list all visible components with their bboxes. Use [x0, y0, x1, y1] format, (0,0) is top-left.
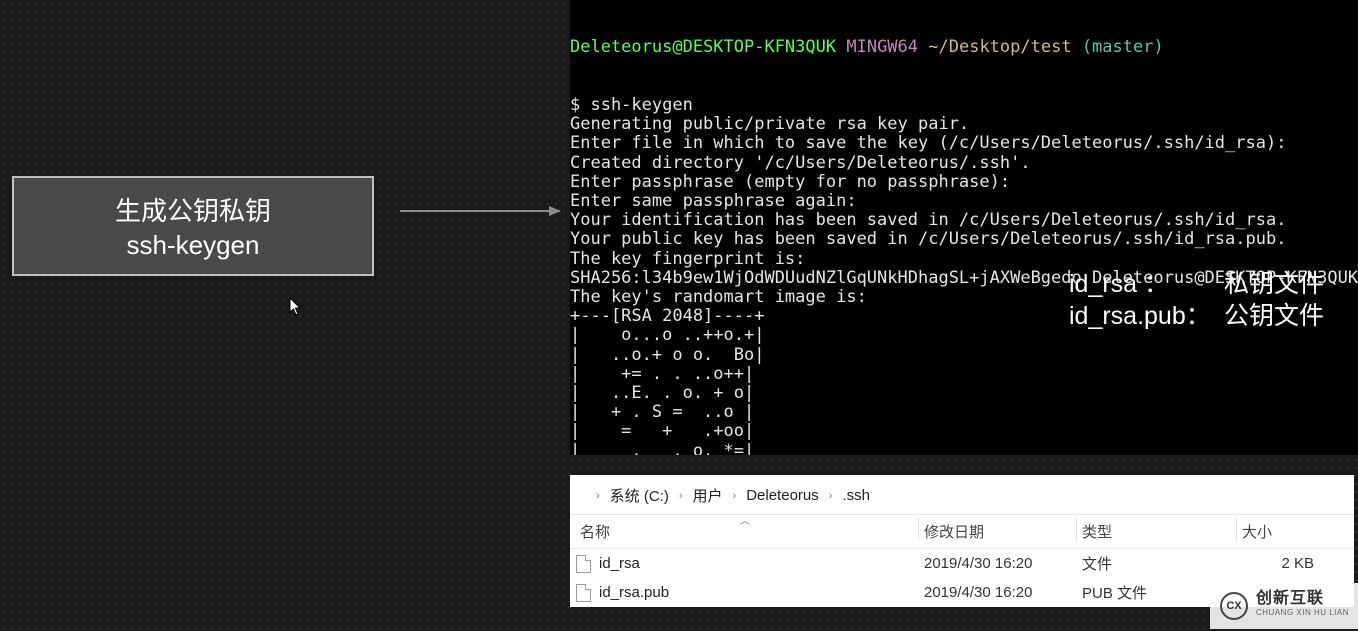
file-icon — [576, 584, 591, 602]
note-value: 私钥文件 — [1224, 268, 1324, 300]
note-key: id_rsa ： — [1069, 268, 1224, 300]
watermark-text: 创新互联 CHUANG XIN HU LIAN — [1256, 592, 1349, 620]
note-row: id_rsa.pub： 公钥文件 — [1069, 300, 1324, 332]
col-size-header[interactable]: 大小 — [1242, 521, 1354, 542]
chevron-right-icon: › — [596, 490, 600, 502]
breadcrumb[interactable]: › 系统 (C:) › 用户 › Deleteorus › .ssh — [570, 475, 1354, 514]
chevron-right-icon: › — [829, 490, 833, 502]
caption-command: ssh-keygen — [127, 230, 260, 261]
note-row: id_rsa ： 私钥文件 — [1069, 268, 1324, 300]
key-file-notes: id_rsa ： 私钥文件 id_rsa.pub： 公钥文件 — [1069, 268, 1324, 332]
watermark-en: CHUANG XIN HU LIAN — [1256, 606, 1349, 620]
cell-size: 2 KB — [1242, 555, 1354, 572]
col-type-header[interactable]: 类型 — [1082, 521, 1242, 542]
breadcrumb-item[interactable]: Deleteorus — [746, 487, 819, 504]
column-separator — [918, 518, 919, 540]
terminal-window[interactable]: Deleteorus@DESKTOP-KFN3QUK MINGW64 ~/Des… — [570, 0, 1358, 455]
terminal-cwd: ~/Desktop/test — [928, 37, 1071, 57]
note-key: id_rsa.pub： — [1069, 300, 1224, 332]
terminal-system: MINGW64 — [846, 37, 918, 57]
watermark-cn: 创新互联 — [1256, 592, 1349, 606]
watermark: CX 创新互联 CHUANG XIN HU LIAN — [1210, 583, 1358, 629]
column-separator — [1236, 518, 1237, 540]
column-separator — [1076, 518, 1077, 540]
caption-title: 生成公钥私钥 — [115, 191, 271, 228]
cell-name: id_rsa — [576, 555, 924, 573]
file-icon — [576, 555, 591, 573]
sort-caret-icon: ︿ — [740, 512, 750, 527]
breadcrumb-item[interactable]: .ssh — [842, 487, 870, 504]
cell-date: 2019/4/30 16:20 — [924, 555, 1082, 572]
file-name: id_rsa.pub — [599, 584, 669, 601]
terminal-user: Deleteorus@DESKTOP-KFN3QUK — [570, 37, 836, 57]
cell-name: id_rsa.pub — [576, 584, 924, 602]
note-value: 公钥文件 — [1224, 300, 1324, 332]
arrow-icon — [400, 210, 560, 212]
breadcrumb-item[interactable]: 系统 (C:) — [610, 485, 669, 506]
terminal-prompt-line: Deleteorus@DESKTOP-KFN3QUK MINGW64 ~/Des… — [570, 38, 1358, 57]
col-name-header[interactable]: 名称 — [576, 521, 924, 542]
chevron-right-icon: › — [679, 490, 683, 502]
col-date-header[interactable]: 修改日期 — [924, 521, 1082, 542]
cell-type: 文件 — [1082, 553, 1242, 574]
mouse-cursor-icon — [289, 297, 303, 317]
caption-box: 生成公钥私钥 ssh-keygen — [12, 176, 374, 276]
breadcrumb-item[interactable]: 用户 — [693, 485, 723, 506]
file-name: id_rsa — [599, 555, 640, 572]
chevron-right-icon: › — [733, 490, 737, 502]
terminal-branch: (master) — [1082, 37, 1164, 57]
table-row[interactable]: id_rsa 2019/4/30 16:20文件2 KB — [570, 549, 1354, 578]
cell-date: 2019/4/30 16:20 — [924, 584, 1082, 601]
column-headers[interactable]: ︿ 名称 修改日期 类型 大小 — [570, 514, 1354, 549]
watermark-logo-icon: CX — [1220, 592, 1248, 620]
